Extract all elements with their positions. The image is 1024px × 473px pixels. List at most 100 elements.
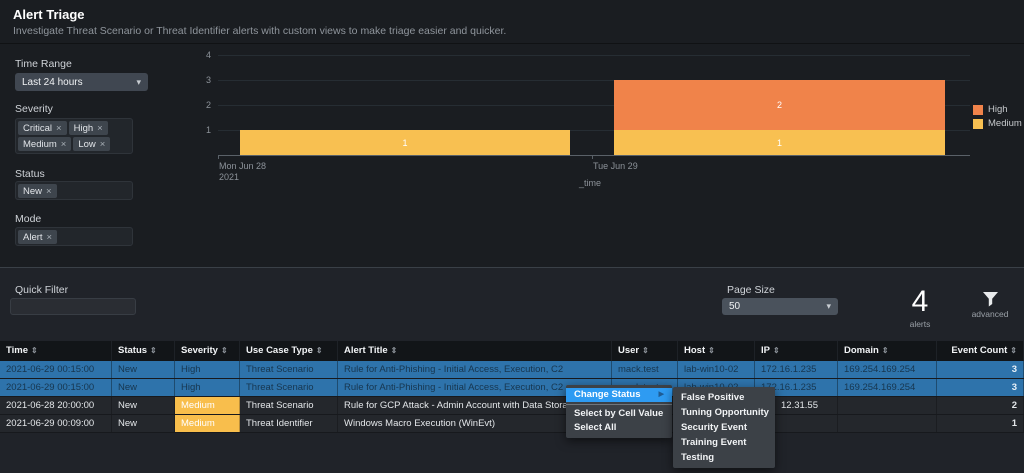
cell-status: New [112, 415, 175, 432]
remove-tag-icon[interactable]: × [100, 139, 106, 150]
table-header-row: Time ⇕ Status ⇕ Severity ⇕ Use Case Type ⇕ Alert… [0, 341, 1024, 361]
alerts-table-panel: Quick Filter Page Size 50 ▾ 4 alerts adv… [0, 267, 1024, 473]
chevron-down-icon: ▾ [826, 301, 831, 311]
column-header-user[interactable]: User ⇕ [612, 341, 678, 361]
remove-tag-icon[interactable]: × [47, 232, 53, 243]
menu-item-select-all[interactable]: Select All [566, 421, 672, 435]
column-header-domain[interactable]: Domain ⇕ [838, 341, 937, 361]
mode-label: Mode [15, 213, 42, 225]
page-header: Alert Triage Investigate Threat Scenario… [0, 0, 1024, 44]
sort-icon[interactable]: ⇕ [391, 346, 398, 355]
sort-icon[interactable]: ⇕ [773, 346, 780, 355]
change-status-submenu: False Positive Tuning Opportunity Security… [673, 387, 775, 468]
sort-icon[interactable]: ⇕ [150, 346, 157, 355]
filter-tag-low[interactable]: Low × [73, 137, 111, 151]
page-size-label: Page Size [727, 284, 775, 296]
y-axis-tick-label: 4 [205, 50, 211, 60]
submenu-item-training-event[interactable]: Training Event [673, 435, 775, 450]
alert-count-label: alerts [909, 319, 931, 329]
submenu-item-false-positive[interactable]: False Positive [673, 390, 775, 405]
cell-time: 2021-06-29 00:09:00 [0, 415, 112, 432]
column-header-alert_title[interactable]: Alert Title ⇕ [338, 341, 612, 361]
y-axis-tick-label: 2 [205, 100, 211, 110]
cell-use_case_type: Threat Scenario [240, 361, 338, 378]
mode-filter-box[interactable]: Alert × [15, 227, 133, 246]
sort-icon[interactable]: ⇕ [1010, 346, 1017, 355]
cell-host: lab-win10-02 [678, 361, 755, 378]
alert-count-value: 4 [911, 285, 929, 318]
menu-item-change-status[interactable]: Change Status ▶ [566, 388, 672, 402]
column-header-status[interactable]: Status ⇕ [112, 341, 175, 361]
cell-ip: 172.16.1.235 [755, 361, 838, 378]
cell-severity: High [175, 379, 240, 396]
filter-tag-high[interactable]: High × [68, 121, 108, 135]
cell-use_case_type: Threat Scenario [240, 397, 338, 414]
column-header-event_count[interactable]: Event Count ⇕ [937, 341, 1024, 361]
time-range-dropdown[interactable]: Last 24 hours ▾ [15, 73, 148, 91]
sort-icon[interactable]: ⇕ [221, 346, 228, 355]
table-body: 2021-06-29 00:15:00 New High Threat Scenari… [0, 361, 1024, 433]
legend-item-high[interactable]: High [973, 104, 1022, 115]
page-subtitle: Investigate Threat Scenario or Threat Id… [13, 25, 507, 37]
status-label: Status [15, 168, 45, 180]
bar-segment-high[interactable]: 2 [614, 80, 945, 130]
menu-item-label: Select All [574, 422, 617, 433]
table-row[interactable]: 2021-06-29 00:09:00 New Medium Threat Ident… [0, 415, 1024, 433]
time-range-value: Last 24 hours [22, 76, 83, 88]
cell-event_count: 2 [937, 397, 1024, 414]
cell-time: 2021-06-29 00:15:00 [0, 379, 112, 396]
advanced-filter-button[interactable]: advanced [960, 292, 1020, 319]
remove-tag-icon[interactable]: × [61, 139, 67, 150]
table-row[interactable]: 2021-06-29 00:15:00 New High Threat Scenari… [0, 379, 1024, 397]
quick-filter-input[interactable] [10, 298, 136, 315]
x-axis-tick-label: Mon Jun 28 2021 [219, 161, 267, 182]
legend-label: Medium [988, 118, 1022, 129]
sort-icon[interactable]: ⇕ [882, 346, 889, 355]
menu-item-select-by-cell-value[interactable]: Select by Cell Value [566, 407, 672, 421]
status-filter-box[interactable]: New × [15, 181, 133, 200]
x-axis-line [218, 155, 970, 156]
severity-filter-box[interactable]: Critical × High × Medium × Low × [15, 118, 133, 154]
table-row[interactable]: 2021-06-29 00:15:00 New High Threat Scenari… [0, 361, 1024, 379]
sort-icon[interactable]: ⇕ [642, 346, 649, 355]
cell-event_count: 3 [937, 361, 1024, 378]
cell-severity: High [175, 361, 240, 378]
table-row[interactable]: 2021-06-28 20:00:00 New Medium Threat Scena… [0, 397, 1024, 415]
column-header-time[interactable]: Time ⇕ [0, 341, 112, 361]
filter-tag-new[interactable]: New × [18, 184, 57, 198]
column-header-use_case_type[interactable]: Use Case Type ⇕ [240, 341, 338, 361]
cell-use_case_type: Threat Identifier [240, 415, 338, 432]
remove-tag-icon[interactable]: × [97, 123, 103, 134]
column-header-host[interactable]: Host ⇕ [678, 341, 755, 361]
submenu-item-testing[interactable]: Testing [673, 450, 775, 465]
filter-tag-alert[interactable]: Alert × [18, 230, 58, 244]
remove-tag-icon[interactable]: × [46, 186, 52, 197]
submenu-item-security-event[interactable]: Security Event [673, 420, 775, 435]
remove-tag-icon[interactable]: × [56, 123, 62, 134]
cell-time: 2021-06-28 20:00:00 [0, 397, 112, 414]
chart-legend: High Medium [973, 104, 1022, 132]
filter-tag-medium[interactable]: Medium × [18, 137, 72, 151]
cell-use_case_type: Threat Scenario [240, 379, 338, 396]
filter-tag-critical[interactable]: Critical × [18, 121, 67, 135]
x-axis-tick [592, 155, 593, 159]
cell-event_count: 3 [937, 379, 1024, 396]
menu-item-label: Change Status [574, 389, 641, 400]
bar-segment-medium[interactable]: 1 [614, 130, 945, 155]
bar-segment-medium[interactable]: 1 [240, 130, 570, 155]
column-header-ip[interactable]: IP ⇕ [755, 341, 838, 361]
alert-count: 4 alerts [890, 285, 950, 330]
column-header-severity[interactable]: Severity ⇕ [175, 341, 240, 361]
y-axis-tick-label: 1 [205, 125, 211, 135]
sort-icon[interactable]: ⇕ [31, 346, 38, 355]
submenu-item-tuning-opportunity[interactable]: Tuning Opportunity [673, 405, 775, 420]
page-size-dropdown[interactable]: 50 ▾ [722, 298, 838, 315]
sort-icon[interactable]: ⇕ [316, 346, 323, 355]
y-axis-tick-label: 3 [205, 75, 211, 85]
cell-alert_title: Rule for Anti-Phishing - Initial Access,… [338, 361, 612, 378]
cell-domain [838, 397, 937, 414]
context-menu: Change Status ▶ Select by Cell Value Select… [566, 385, 672, 438]
cell-status: New [112, 397, 175, 414]
legend-item-medium[interactable]: Medium [973, 118, 1022, 129]
sort-icon[interactable]: ⇕ [708, 346, 715, 355]
